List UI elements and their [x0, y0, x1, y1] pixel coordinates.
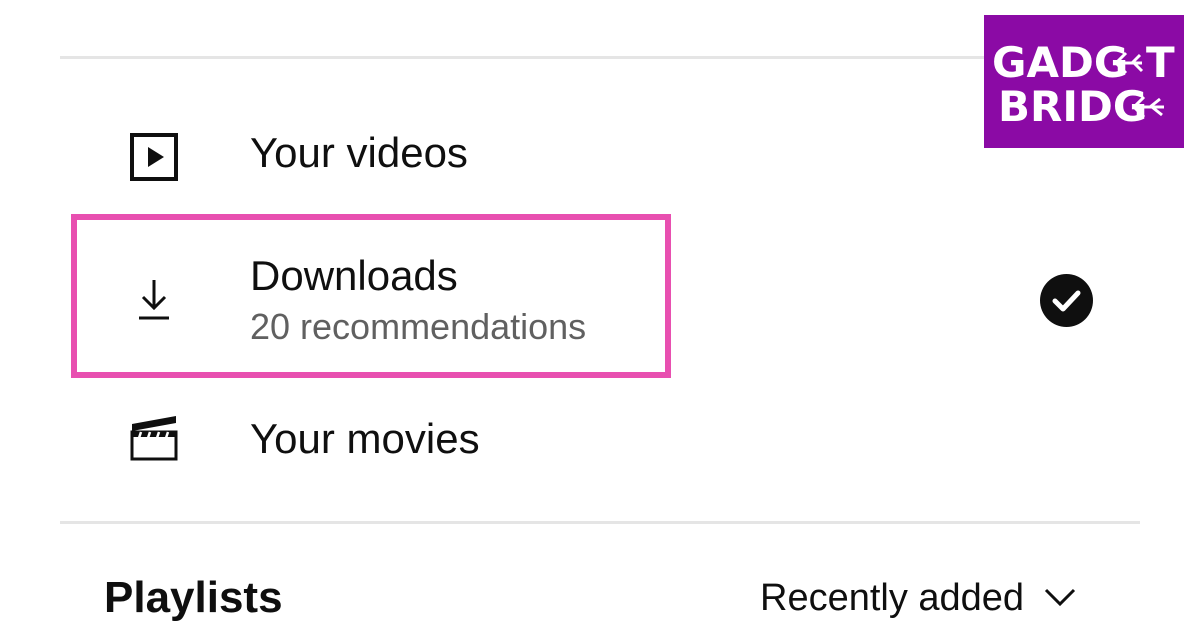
watermark-logo: GADG T BRIDG	[984, 15, 1184, 148]
top-divider	[60, 56, 1140, 59]
logo-line1-end: T	[1146, 38, 1175, 87]
section-divider	[60, 521, 1140, 524]
logo-line2: BRIDG	[998, 82, 1147, 131]
clapperboard-icon	[128, 410, 180, 462]
logo-line1: GADG	[992, 38, 1128, 87]
highlight-box	[71, 214, 671, 378]
play-box-icon	[128, 131, 180, 183]
sort-label: Recently added	[760, 577, 1025, 619]
library-item-label: Your movies	[250, 415, 480, 462]
playlists-title: Playlists	[104, 573, 283, 622]
library-item-your-movies[interactable]: Your movies	[0, 395, 1200, 485]
sort-dropdown[interactable]: Recently added	[760, 572, 1080, 624]
check-circle-icon	[1040, 274, 1093, 327]
library-item-label: Your videos	[250, 129, 468, 176]
chevron-down-icon	[1040, 578, 1080, 618]
